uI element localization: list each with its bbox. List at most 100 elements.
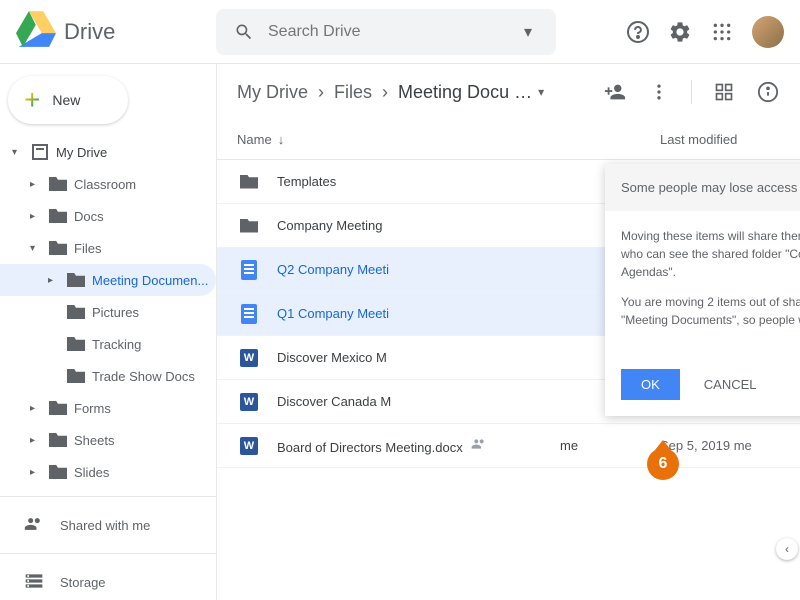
file-name: Company Meeting xyxy=(277,218,560,233)
breadcrumb-bar: My Drive › Files › Meeting Docu … ▾ xyxy=(217,64,800,120)
breadcrumb-current[interactable]: Meeting Docu … ▾ xyxy=(398,82,544,103)
tree-item-label: Sheets xyxy=(74,433,114,448)
google-doc-icon xyxy=(237,258,261,282)
tree-item-forms[interactable]: ▸ Forms xyxy=(0,392,216,424)
cancel-button[interactable]: CANCEL xyxy=(704,377,757,392)
mydrive-icon xyxy=(30,142,50,162)
sort-down-icon: ↓ xyxy=(278,132,285,147)
shared-with-me[interactable]: Shared with me xyxy=(0,505,216,545)
toolbar-actions xyxy=(603,80,780,104)
tree-item-label: Files xyxy=(74,241,101,256)
divider xyxy=(0,496,216,497)
file-name: Templates xyxy=(277,174,560,189)
tree-item-files[interactable]: ▾ Files xyxy=(0,232,216,264)
tree-item-sheets[interactable]: ▸ Sheets xyxy=(0,424,216,456)
chevron-right-icon[interactable]: ▸ xyxy=(30,403,42,414)
folder-icon xyxy=(66,366,86,386)
sidebar: + New ▾My Drive▸Classroom▸Docs▾Files▸Mee… xyxy=(0,64,216,600)
tree-item-docs[interactable]: ▸ Docs xyxy=(0,200,216,232)
settings-icon[interactable] xyxy=(668,20,692,44)
file-name: Q2 Company Meeti xyxy=(277,262,560,277)
drive-logo-icon xyxy=(16,9,56,54)
tree-item-label: Trade Show Docs xyxy=(92,369,195,384)
dialog-actions: OK CANCEL xyxy=(605,357,800,416)
content-area: My Drive › Files › Meeting Docu … ▾ xyxy=(216,64,800,600)
folder-shared-icon xyxy=(66,270,86,290)
tree-item-label: Meeting Documen... xyxy=(92,273,208,288)
ok-button[interactable]: OK xyxy=(621,369,680,400)
folder-icon xyxy=(48,174,68,194)
app-header: Drive ▾ xyxy=(0,0,800,64)
search-dropdown-icon[interactable]: ▾ xyxy=(516,20,540,44)
file-name: Q1 Company Meeti xyxy=(277,306,560,321)
column-name[interactable]: Name ↓ xyxy=(237,132,560,147)
plus-icon: + xyxy=(24,84,40,116)
dialog-body: Moving these items will share them with … xyxy=(605,211,800,357)
folder-icon xyxy=(66,334,86,354)
search-icon xyxy=(232,20,256,44)
folder-icon xyxy=(48,238,68,258)
folder-icon xyxy=(48,462,68,482)
new-button[interactable]: + New xyxy=(8,76,128,124)
tree-item-pictures[interactable]: Pictures xyxy=(0,296,216,328)
folder-icon xyxy=(48,430,68,450)
search-box[interactable]: ▾ xyxy=(216,9,556,55)
file-name: Board of Directors Meeting.docx xyxy=(277,436,560,455)
tree-item-tracking[interactable]: Tracking xyxy=(0,328,216,360)
apps-icon[interactable] xyxy=(710,20,734,44)
chevron-down-icon[interactable]: ▾ xyxy=(30,243,42,254)
folder-icon xyxy=(48,206,68,226)
more-icon[interactable] xyxy=(647,80,671,104)
breadcrumb-item[interactable]: My Drive xyxy=(237,82,308,103)
separator xyxy=(691,80,692,104)
header-actions xyxy=(626,16,784,48)
folder-tree: ▾My Drive▸Classroom▸Docs▾Files▸Meeting D… xyxy=(0,136,216,488)
people-icon xyxy=(24,514,44,537)
tree-item-label: Slides xyxy=(74,465,109,480)
chevron-right-icon[interactable]: ▸ xyxy=(30,211,42,222)
folder-icon xyxy=(237,170,261,194)
chevron-right-icon[interactable]: ▸ xyxy=(30,467,42,478)
storage-section[interactable]: Storage xyxy=(0,562,216,600)
info-icon[interactable] xyxy=(756,80,780,104)
app-name: Drive xyxy=(64,19,115,45)
chevron-right-icon[interactable]: ▸ xyxy=(30,435,42,446)
file-name: Discover Mexico M xyxy=(277,350,560,365)
list-header: Name ↓ Last modified xyxy=(217,120,800,160)
word-doc-icon: W xyxy=(237,346,261,370)
tree-item-label: Pictures xyxy=(92,305,139,320)
word-doc-icon: W xyxy=(237,434,261,458)
tree-item-trade-show-docs[interactable]: Trade Show Docs xyxy=(0,360,216,392)
file-row[interactable]: WBoard of Directors Meeting.docxmeSep 5,… xyxy=(217,424,800,468)
breadcrumb-item[interactable]: Files xyxy=(334,82,372,103)
chevron-right-icon: › xyxy=(318,82,324,103)
search-input[interactable] xyxy=(268,23,504,41)
user-avatar[interactable] xyxy=(752,16,784,48)
logo[interactable]: Drive xyxy=(16,9,216,54)
tree-item-my-drive[interactable]: ▾ My Drive xyxy=(0,136,216,168)
grid-view-icon[interactable] xyxy=(712,80,736,104)
tree-item-label: Tracking xyxy=(92,337,141,352)
shared-icon xyxy=(471,440,487,455)
scroll-left-icon[interactable]: ‹ xyxy=(776,538,798,560)
folder-icon xyxy=(48,398,68,418)
chevron-right-icon[interactable]: ▸ xyxy=(30,179,42,190)
tree-item-label: Docs xyxy=(74,209,104,224)
column-modified[interactable]: Last modified xyxy=(660,132,780,147)
chevron-right-icon[interactable]: ▸ xyxy=(48,275,60,286)
word-doc-icon: W xyxy=(237,390,261,414)
divider xyxy=(0,553,216,554)
dialog-title: Some people may lose access xyxy=(605,164,800,211)
folder-icon xyxy=(237,214,261,238)
tree-item-classroom[interactable]: ▸Classroom xyxy=(0,168,216,200)
tree-item-label: My Drive xyxy=(56,145,107,160)
share-icon[interactable] xyxy=(603,80,627,104)
tree-item-meeting-documen-[interactable]: ▸ Meeting Documen... xyxy=(0,264,216,296)
chevron-down-icon[interactable]: ▾ xyxy=(12,147,24,158)
storage-icon xyxy=(24,571,44,594)
file-name: Discover Canada M xyxy=(277,394,560,409)
chevron-right-icon: › xyxy=(382,82,388,103)
tree-item-label: Forms xyxy=(74,401,111,416)
tree-item-slides[interactable]: ▸ Slides xyxy=(0,456,216,488)
help-icon[interactable] xyxy=(626,20,650,44)
